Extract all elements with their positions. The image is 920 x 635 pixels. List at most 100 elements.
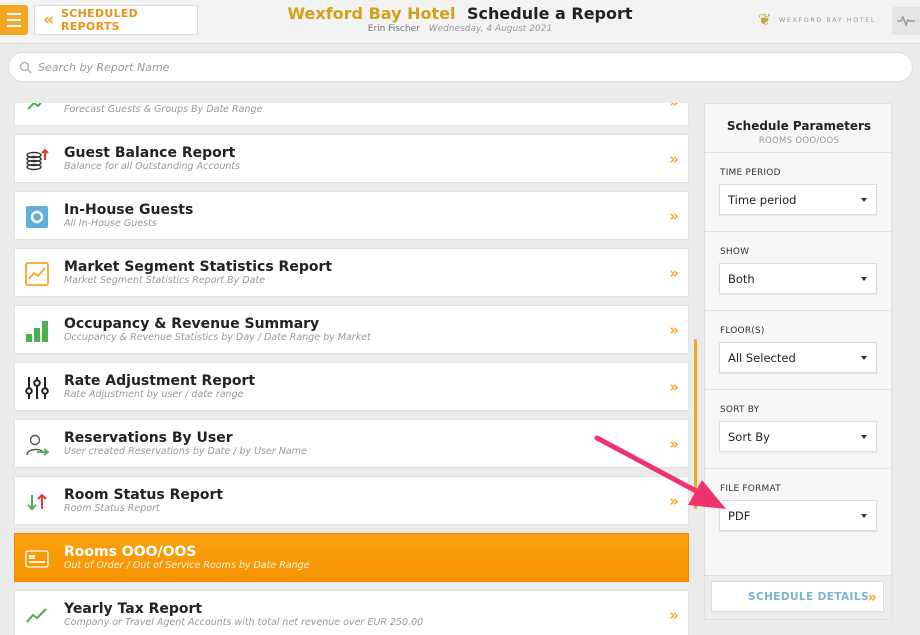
brand-text: WEXFORD BAY HOTEL <box>778 16 876 24</box>
chevron-right-icon: » <box>669 378 679 396</box>
report-item-guest-balance[interactable]: Guest Balance Report Balance for all Out… <box>14 134 689 183</box>
schedule-details-button[interactable]: SCHEDULE DETAILS » <box>711 581 884 612</box>
caret-down-icon <box>861 198 867 202</box>
chevron-right-icon: » <box>669 103 679 111</box>
show-select[interactable]: Both <box>719 263 877 294</box>
param-label: SORT BY <box>720 405 760 415</box>
chevron-right-icon: » <box>669 321 679 339</box>
brand-logo: ❦ WEXFORD BAY HOTEL <box>758 12 876 28</box>
report-search-bar[interactable] <box>8 52 913 82</box>
report-description: Forecast Guests & Groups By Date Range <box>64 104 263 115</box>
report-name: Rooms OOO/OOS <box>64 544 197 560</box>
hotel-name: Wexford Bay Hotel <box>287 4 456 23</box>
param-label: FILE FORMAT <box>720 484 781 494</box>
param-floors: FLOOR(S) All Selected <box>705 310 893 389</box>
report-item-forecast[interactable]: Forecast Guests & Groups By Date Range » <box>14 103 689 126</box>
chevron-right-icon: » <box>867 588 877 606</box>
chevron-left-icon: « <box>43 9 54 30</box>
maple-leaf-icon: ❦ <box>758 10 773 29</box>
line-chart-icon <box>25 262 49 286</box>
sliders-icon <box>25 376 49 400</box>
list-scrollbar[interactable] <box>694 339 697 509</box>
chevron-right-icon: » <box>669 150 679 168</box>
param-file-format: FILE FORMAT PDF <box>705 468 893 547</box>
report-description: Occupancy & Revenue Statistics by Day / … <box>64 332 371 343</box>
app-header: « SCHEDULED REPORTS Wexford Bay Hotel Sc… <box>0 0 920 44</box>
panel-title: Schedule Parameters <box>726 119 872 133</box>
inhouse-icon <box>25 205 49 229</box>
report-name: Guest Balance Report <box>64 145 236 161</box>
report-name: Yearly Tax Report <box>64 601 203 617</box>
select-value: Sort By <box>728 430 770 444</box>
report-name: Market Segment Statistics Report <box>64 259 333 275</box>
hamburger-menu-button[interactable] <box>0 5 28 35</box>
caret-down-icon <box>861 435 867 439</box>
report-item-market-segment[interactable]: Market Segment Statistics Report Market … <box>14 248 689 297</box>
floors-select[interactable]: All Selected <box>719 342 877 373</box>
report-name: Reservations By User <box>64 430 233 446</box>
search-input[interactable] <box>38 60 838 74</box>
param-label: FLOOR(S) <box>720 326 765 336</box>
chevron-right-icon: » <box>669 264 679 282</box>
schedule-details-label: SCHEDULE DETAILS <box>748 591 869 603</box>
report-name: In-House Guests <box>64 202 194 218</box>
bed-icon <box>25 547 49 571</box>
page-title: Schedule a Report <box>467 4 633 23</box>
time-period-select[interactable]: Time period <box>719 184 877 215</box>
report-item-room-status[interactable]: Room Status Report Room Status Report » <box>14 476 689 525</box>
current-date: Wednesday, 4 August 2021 <box>428 24 553 34</box>
param-label: TIME PERIOD <box>720 168 781 178</box>
param-label: SHOW <box>720 247 750 257</box>
panel-subtitle: ROOMS OOO/OOS <box>758 136 840 146</box>
report-item-rooms-ooo-oos[interactable]: Rooms OOO/OOS Out of Order / Out of Serv… <box>14 533 689 582</box>
report-description: User created Reservations by Date / by U… <box>64 446 307 457</box>
hamburger-icon <box>7 13 21 15</box>
select-value: Time period <box>728 193 797 207</box>
select-value: All Selected <box>728 351 796 365</box>
chevron-right-icon: » <box>669 492 679 510</box>
trend-up-icon <box>25 604 49 628</box>
user-name: Erin Fischer <box>367 24 420 34</box>
file-format-select[interactable]: PDF <box>719 500 877 531</box>
trend-up-icon <box>25 103 49 115</box>
report-description: Room Status Report <box>64 503 160 514</box>
sort-by-select[interactable]: Sort By <box>719 421 877 452</box>
report-name: Occupancy & Revenue Summary <box>64 316 320 332</box>
report-item-in-house-guests[interactable]: In-House Guests All In-House Guests » <box>14 191 689 240</box>
coins-icon <box>25 148 49 172</box>
report-name: Room Status Report <box>64 487 224 503</box>
report-item-rate-adjustment[interactable]: Rate Adjustment Report Rate Adjustment b… <box>14 362 689 411</box>
report-description: Rate Adjustment by user / date range <box>64 389 244 400</box>
param-time-period: TIME PERIOD Time period <box>705 152 893 231</box>
select-value: Both <box>728 272 755 286</box>
report-item-yearly-tax[interactable]: Yearly Tax Report Company or Travel Agen… <box>14 590 689 635</box>
param-sort-by: SORT BY Sort By <box>705 389 893 468</box>
report-description: Out of Order / Out of Service Rooms by D… <box>64 560 310 571</box>
caret-down-icon <box>861 356 867 360</box>
schedule-parameters-panel: Schedule Parameters ROOMS OOO/OOS TIME P… <box>704 103 893 620</box>
report-description: All In-House Guests <box>64 218 157 229</box>
param-show: SHOW Both <box>705 231 893 310</box>
search-icon <box>19 61 32 73</box>
pulse-icon <box>897 15 915 27</box>
user-arrow-icon <box>25 433 49 457</box>
activity-button[interactable] <box>892 7 920 35</box>
chevron-right-icon: » <box>669 606 679 624</box>
caret-down-icon <box>861 277 867 281</box>
select-value: PDF <box>728 509 751 523</box>
report-list: Forecast Guests & Groups By Date Range »… <box>0 103 700 635</box>
report-name: Rate Adjustment Report <box>64 373 256 389</box>
chevron-right-icon: » <box>669 435 679 453</box>
report-description: Market Segment Statistics Report By Date <box>64 275 266 286</box>
back-to-scheduled-reports-button[interactable]: « SCHEDULED REPORTS <box>34 5 198 35</box>
report-item-occupancy-revenue[interactable]: Occupancy & Revenue Summary Occupancy & … <box>14 305 689 354</box>
bar-chart-icon <box>25 319 49 343</box>
up-down-arrows-icon <box>25 490 49 514</box>
report-description: Company or Travel Agent Accounts with to… <box>64 617 424 628</box>
chevron-right-icon: » <box>669 207 679 225</box>
caret-down-icon <box>861 514 867 518</box>
report-description: Balance for all Outstanding Accounts <box>64 161 241 172</box>
back-button-label: SCHEDULED REPORTS <box>60 7 139 33</box>
report-item-reservations-by-user[interactable]: Reservations By User User created Reserv… <box>14 419 689 468</box>
page-title-block: Wexford Bay Hotel Schedule a Report Erin… <box>280 4 640 34</box>
